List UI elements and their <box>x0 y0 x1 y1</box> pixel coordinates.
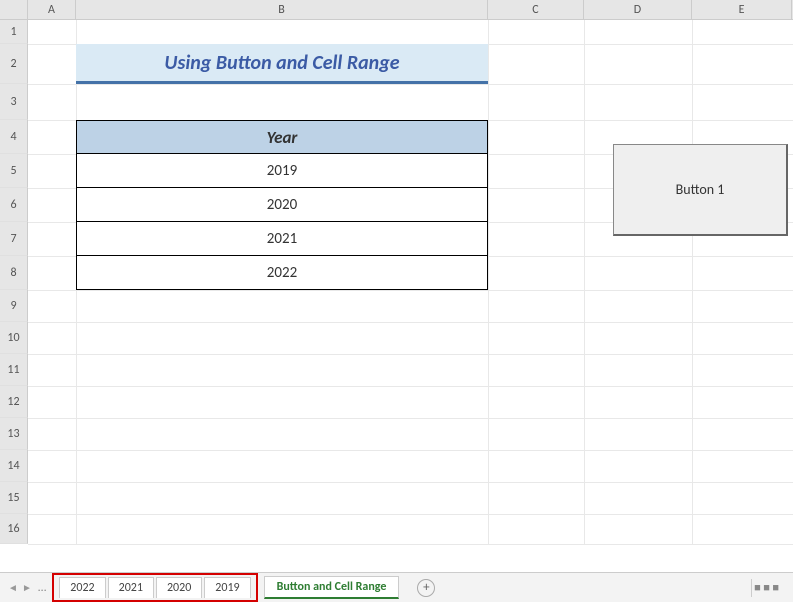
row-header-13[interactable]: 13 <box>0 418 28 450</box>
row-headers: 1 2 3 4 5 6 7 8 9 10 11 12 13 14 15 16 <box>0 20 28 544</box>
worksheet-area: A B C D E 1 2 3 4 5 6 7 8 9 10 11 12 13 … <box>0 0 793 572</box>
select-all-corner[interactable] <box>0 0 28 19</box>
row-header-2[interactable]: 2 <box>0 44 28 84</box>
cell-grid[interactable]: Using Button and Cell Range Year 2019 20… <box>28 20 793 544</box>
divider <box>751 579 752 597</box>
table-row[interactable]: 2019 <box>76 154 488 188</box>
tab-nav-next-icon[interactable]: ► <box>20 578 34 598</box>
column-headers: A B C D E <box>0 0 793 20</box>
sheet-tab-2019[interactable]: 2019 <box>204 577 250 598</box>
table-row[interactable]: 2022 <box>76 256 488 290</box>
row-header-11[interactable]: 11 <box>0 354 28 386</box>
row-header-9[interactable]: 9 <box>0 290 28 322</box>
row-header-5[interactable]: 5 <box>0 154 28 188</box>
page-title[interactable]: Using Button and Cell Range <box>76 44 488 84</box>
macro-button-1[interactable]: Button 1 <box>613 144 788 236</box>
sheet-tab-2021[interactable]: 2021 <box>108 577 154 598</box>
col-header-C[interactable]: C <box>488 0 584 19</box>
table-row[interactable]: 2020 <box>76 188 488 222</box>
tab-options-icon[interactable]: ■ ■ ■ <box>754 581 779 594</box>
row-header-16[interactable]: 16 <box>0 514 28 544</box>
row-header-10[interactable]: 10 <box>0 322 28 354</box>
row-header-8[interactable]: 8 <box>0 256 28 290</box>
col-header-E[interactable]: E <box>692 0 792 19</box>
row-header-12[interactable]: 12 <box>0 386 28 418</box>
row-header-3[interactable]: 3 <box>0 84 28 120</box>
col-header-A[interactable]: A <box>28 0 76 19</box>
row-header-6[interactable]: 6 <box>0 188 28 222</box>
row-header-15[interactable]: 15 <box>0 482 28 514</box>
sheet-tab-2022[interactable]: 2022 <box>59 577 105 598</box>
row-header-1[interactable]: 1 <box>0 20 28 44</box>
sheet-tab-active[interactable]: Button and Cell Range <box>264 576 400 599</box>
table-header-year[interactable]: Year <box>76 120 488 154</box>
sheet-tab-bar: ◄ ► … 2022 2021 2020 2019 Button and Cel… <box>0 572 793 602</box>
col-header-D[interactable]: D <box>584 0 692 19</box>
highlighted-tabs-group: 2022 2021 2020 2019 <box>52 573 257 602</box>
tab-overflow-icon[interactable]: … <box>38 581 46 595</box>
tab-nav-prev-icon[interactable]: ◄ <box>6 578 20 598</box>
row-header-14[interactable]: 14 <box>0 450 28 482</box>
col-header-B[interactable]: B <box>76 0 488 19</box>
sheet-tab-2020[interactable]: 2020 <box>156 577 202 598</box>
add-sheet-button[interactable]: + <box>417 579 435 597</box>
row-header-4[interactable]: 4 <box>0 120 28 154</box>
table-row[interactable]: 2021 <box>76 222 488 256</box>
row-header-7[interactable]: 7 <box>0 222 28 256</box>
